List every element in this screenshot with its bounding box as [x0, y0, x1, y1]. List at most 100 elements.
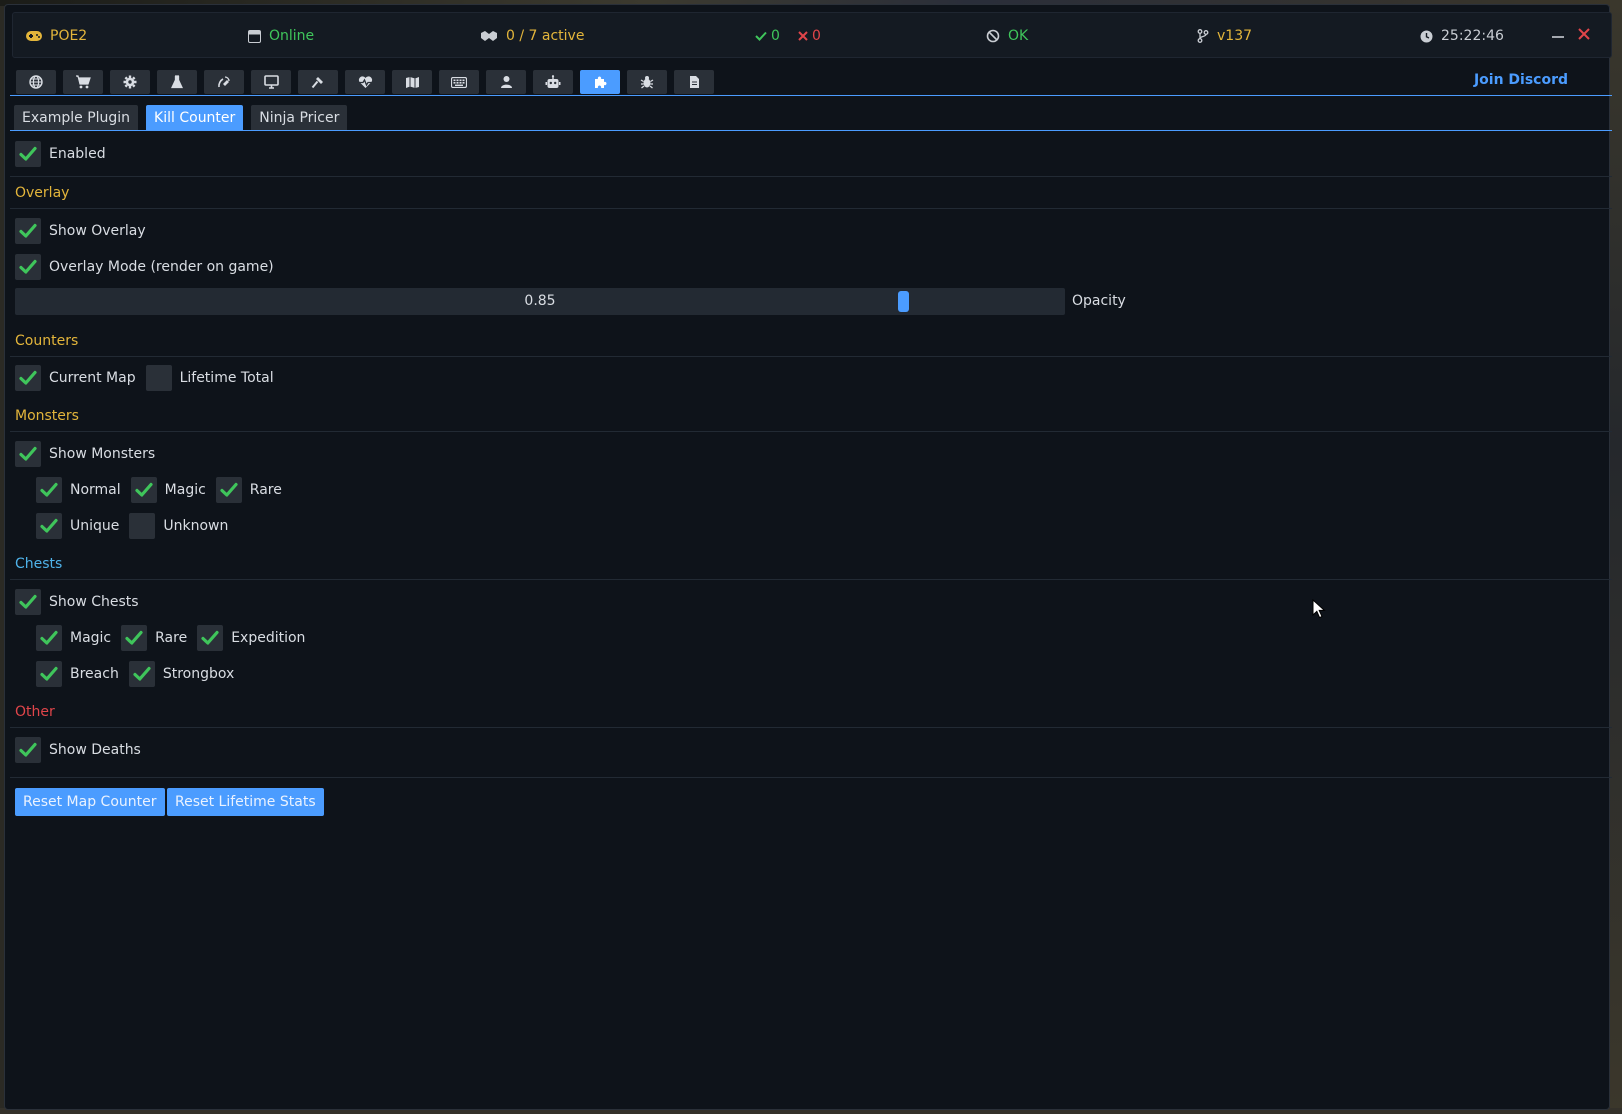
nav-settings-button[interactable]: [110, 70, 150, 94]
minimize-icon: [1551, 27, 1565, 45]
check-icon: [133, 666, 151, 682]
check-icon: [201, 630, 219, 646]
check-icon: [19, 259, 37, 275]
monster-unique-checkbox[interactable]: [36, 513, 62, 539]
globe-icon: [29, 75, 43, 89]
section-divider: [10, 356, 1612, 357]
version-info: v137: [1197, 13, 1252, 59]
show-chests-checkbox[interactable]: [15, 589, 41, 615]
check-icon: [40, 518, 58, 534]
overlay-mode-checkbox[interactable]: [15, 254, 41, 280]
nav-tools-button[interactable]: [298, 70, 338, 94]
nav-satellite-button[interactable]: [204, 70, 244, 94]
satellite-icon: [217, 75, 231, 89]
chest-rare-checkbox[interactable]: [121, 625, 148, 651]
minimize-button[interactable]: [1547, 25, 1569, 47]
tab-ninja-pricer[interactable]: Ninja Pricer: [251, 105, 348, 131]
nav-monitor-button[interactable]: [251, 70, 291, 94]
check-icon: [40, 482, 58, 498]
robot-icon: [545, 75, 561, 89]
health-status: OK: [986, 13, 1028, 59]
bug-icon: [640, 75, 654, 89]
nav-debug-button[interactable]: [627, 70, 667, 94]
monster-normal-checkbox[interactable]: [36, 477, 62, 503]
nav-plugins-button[interactable]: [580, 70, 620, 94]
health-label: OK: [1008, 28, 1029, 44]
close-icon: [1578, 28, 1590, 44]
show-monsters-row: Show Monsters: [15, 441, 165, 467]
nav-globe-button[interactable]: [16, 70, 56, 94]
git-branch-icon: [1197, 29, 1209, 43]
show-deaths-row: Show Deaths: [15, 737, 151, 763]
game-label: POE2: [50, 28, 88, 44]
error-label: 0: [812, 28, 821, 44]
monster-unknown-checkbox[interactable]: [129, 513, 156, 539]
monster-normal-label: Normal: [70, 482, 121, 498]
chest-expedition-checkbox[interactable]: [197, 625, 224, 651]
reset-map-counter-button[interactable]: Reset Map Counter: [15, 788, 165, 816]
section-divider: [10, 431, 1612, 432]
tab-example-plugin[interactable]: Example Plugin: [14, 105, 139, 131]
gear-icon: [123, 75, 137, 89]
close-button[interactable]: [1573, 25, 1595, 47]
mouse-pointer-icon: [1312, 598, 1326, 623]
enabled-label: Enabled: [49, 146, 106, 162]
file-icon: [689, 75, 700, 89]
nav-health-button[interactable]: [345, 70, 385, 94]
reset-lifetime-stats-button[interactable]: Reset Lifetime Stats: [167, 788, 324, 816]
opacity-slider[interactable]: 0.85: [15, 288, 1065, 315]
section-divider: [10, 777, 1612, 778]
section-divider: [10, 176, 1612, 177]
error-count: 0: [798, 13, 821, 59]
plugin-tabs: Example Plugin Kill Counter Ninja Pricer: [14, 105, 348, 131]
section-divider: [10, 727, 1612, 728]
check-icon: [135, 482, 153, 498]
main-nav-toolbar: [16, 70, 714, 94]
monster-rarity-row-2: Unique Unknown: [36, 513, 238, 539]
current-map-checkbox[interactable]: [15, 365, 41, 391]
monster-magic-checkbox[interactable]: [130, 477, 157, 503]
check-icon: [40, 630, 58, 646]
section-chests-title: Chests: [15, 556, 63, 572]
monitor-icon: [263, 75, 279, 89]
tab-kill-counter[interactable]: Kill Counter: [146, 105, 244, 131]
nav-logs-button[interactable]: [674, 70, 714, 94]
show-overlay-checkbox[interactable]: [15, 218, 41, 244]
monster-rare-checkbox[interactable]: [215, 477, 242, 503]
tabs-divider: [10, 130, 1612, 131]
nav-profile-button[interactable]: [486, 70, 526, 94]
nav-map-button[interactable]: [392, 70, 432, 94]
nav-keyboard-button[interactable]: [439, 70, 479, 94]
chest-breach-checkbox[interactable]: [36, 661, 62, 687]
nav-bot-button[interactable]: [533, 70, 573, 94]
map-icon: [405, 76, 420, 89]
nav-cart-button[interactable]: [63, 70, 103, 94]
join-discord-link[interactable]: Join Discord: [1474, 72, 1568, 88]
nav-flask-button[interactable]: [157, 70, 197, 94]
cart-icon: [75, 75, 91, 89]
connection-label: Online: [269, 28, 315, 44]
check-icon: [19, 446, 37, 462]
toolbar-divider: [10, 95, 1612, 96]
heartbeat-icon: [358, 75, 373, 89]
chest-strongbox-checkbox[interactable]: [128, 661, 155, 687]
lifetime-total-checkbox[interactable]: [145, 365, 172, 391]
opacity-slider-handle[interactable]: [898, 291, 909, 312]
chest-magic-label: Magic: [70, 630, 112, 646]
check-icon: [125, 630, 143, 646]
success-label: 0: [771, 28, 780, 44]
show-monsters-label: Show Monsters: [49, 446, 156, 462]
monster-unique-label: Unique: [70, 518, 120, 534]
handshake-icon: [480, 30, 498, 42]
gamepad-icon: [26, 30, 42, 42]
chest-magic-checkbox[interactable]: [36, 625, 62, 651]
check-icon: [19, 370, 37, 386]
window-icon: [248, 29, 261, 43]
enabled-checkbox[interactable]: [15, 141, 41, 167]
x-icon: [798, 31, 808, 41]
chest-strongbox-label: Strongbox: [162, 666, 235, 682]
chest-type-row: Magic Rare Expedition: [36, 625, 315, 651]
section-monsters-title: Monsters: [15, 408, 79, 424]
show-monsters-checkbox[interactable]: [15, 441, 41, 467]
show-deaths-checkbox[interactable]: [15, 737, 41, 763]
